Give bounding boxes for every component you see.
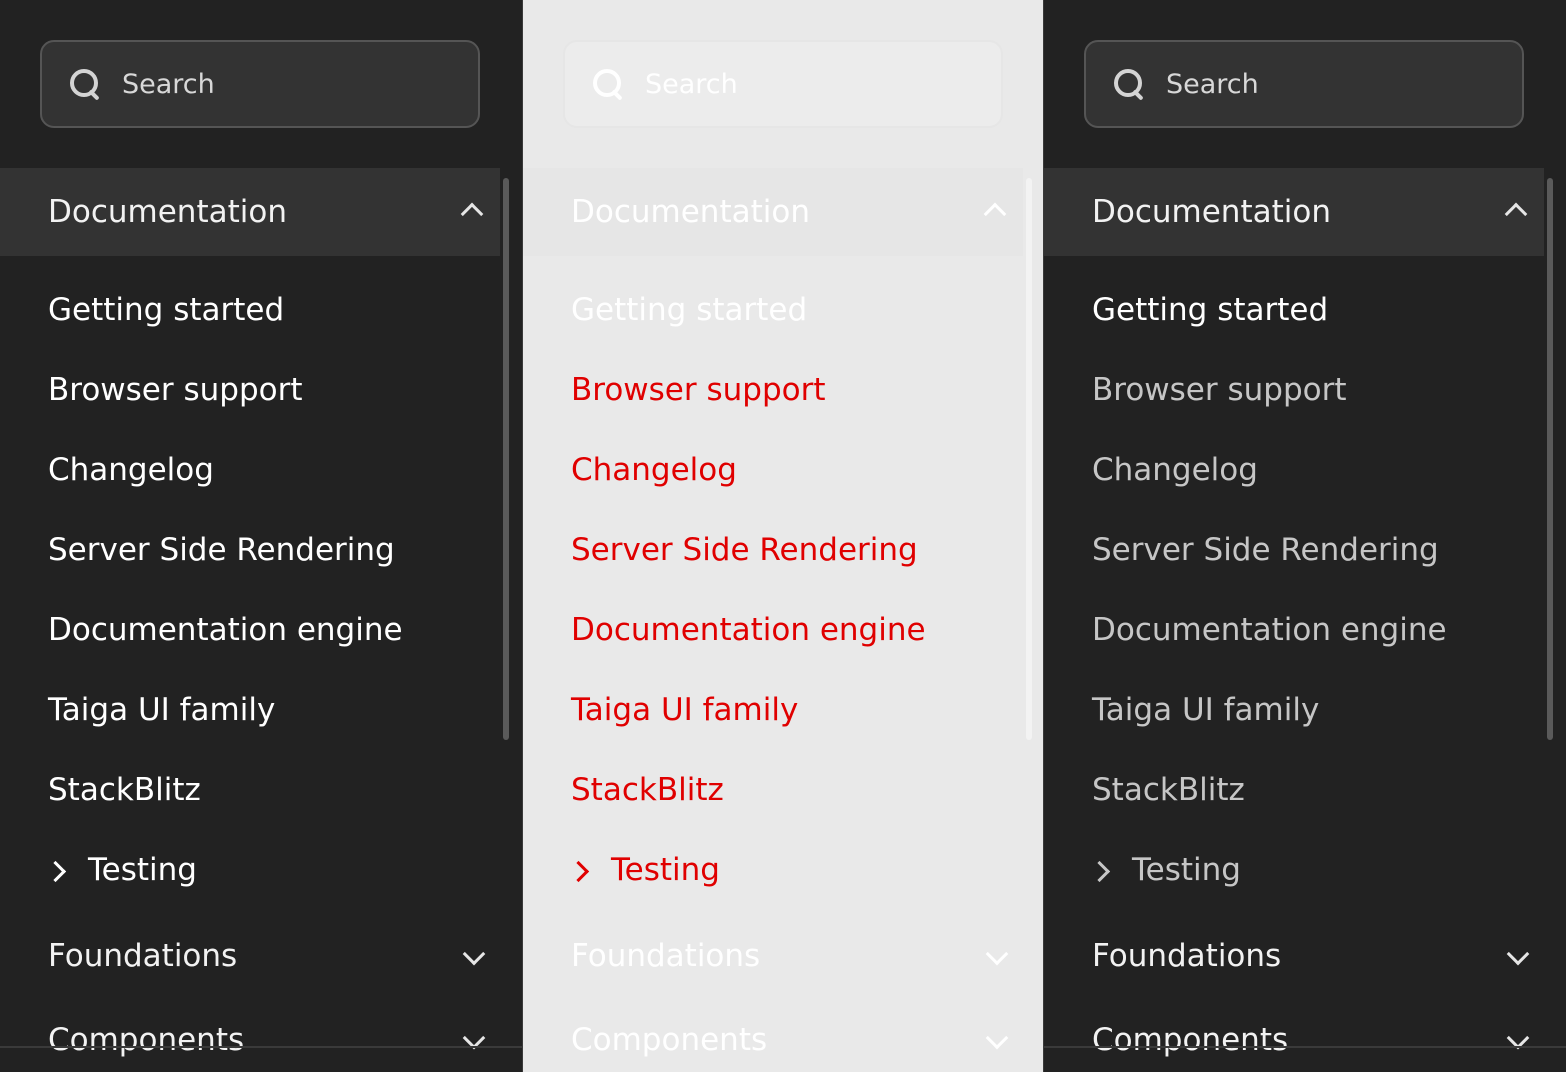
search-box[interactable] [40,40,480,128]
group-components[interactable]: Components [48,1022,244,1058]
scrollbar[interactable] [503,178,509,740]
nav-item-getting-started[interactable]: Getting started [571,292,807,328]
scrollbar[interactable] [1547,178,1553,740]
group-foundations[interactable]: Foundations [1092,938,1281,974]
nav-item-getting-started[interactable]: Getting started [1092,292,1328,328]
chevron-up-icon [983,202,1007,226]
nav-item-browser-support[interactable]: Browser support [1092,372,1347,408]
nav-item-testing-label: Testing [1132,852,1241,888]
nav-panel-3: Documentation Getting started Browser su… [1044,0,1566,1072]
chevron-down-icon [985,942,1009,966]
search-input[interactable] [643,67,947,101]
search-icon [591,67,625,101]
search-box[interactable] [563,40,1003,128]
divider [0,1046,522,1048]
section-documentation-header[interactable]: Documentation [1044,168,1544,256]
group-components[interactable]: Components [571,1022,767,1058]
chevron-right-icon [1088,860,1111,883]
nav-item-browser-support[interactable]: Browser support [48,372,303,408]
nav-item-documentation-engine[interactable]: Documentation engine [48,612,403,648]
nav-item-stackblitz[interactable]: StackBlitz [571,772,724,808]
divider [1044,1046,1566,1048]
nav-item-stackblitz[interactable]: StackBlitz [48,772,201,808]
nav-item-changelog[interactable]: Changelog [1092,452,1258,488]
nav-item-changelog[interactable]: Changelog [48,452,214,488]
nav-item-browser-support[interactable]: Browser support [571,372,826,408]
section-title: Documentation [571,194,810,230]
chevron-up-icon [460,202,484,226]
scrollbar[interactable] [1026,178,1032,740]
nav-panel-2: Documentation Getting started Browser su… [522,0,1044,1072]
chevron-right-icon [44,860,67,883]
nav-item-getting-started[interactable]: Getting started [48,292,284,328]
nav-item-testing[interactable]: Testing [1088,852,1241,888]
section-documentation-header[interactable]: Documentation [0,168,500,256]
nav-item-taiga-ui-family[interactable]: Taiga UI family [1092,692,1319,728]
nav-panel-1: Documentation Getting started Browser su… [0,0,522,1072]
group-foundations[interactable]: Foundations [571,938,760,974]
nav-item-testing[interactable]: Testing [567,852,720,888]
nav-item-taiga-ui-family[interactable]: Taiga UI family [48,692,275,728]
chevron-right-icon [567,860,590,883]
group-foundations[interactable]: Foundations [48,938,237,974]
nav-item-testing-label: Testing [611,852,720,888]
chevron-down-icon [985,1026,1009,1050]
search-box[interactable] [1084,40,1524,128]
nav-item-ssr[interactable]: Server Side Rendering [1092,532,1439,568]
group-components[interactable]: Components [1092,1022,1288,1058]
search-input[interactable] [120,67,424,101]
nav-item-ssr[interactable]: Server Side Rendering [48,532,395,568]
panels-container: Documentation Getting started Browser su… [0,0,1566,1072]
section-title: Documentation [48,194,287,230]
nav-item-testing-label: Testing [88,852,197,888]
search-input[interactable] [1164,67,1468,101]
nav-item-documentation-engine[interactable]: Documentation engine [1092,612,1447,648]
chevron-down-icon [1506,942,1530,966]
chevron-down-icon [462,942,486,966]
nav-item-ssr[interactable]: Server Side Rendering [571,532,918,568]
nav-item-taiga-ui-family[interactable]: Taiga UI family [571,692,798,728]
section-documentation-header[interactable]: Documentation [523,168,1023,256]
nav-item-documentation-engine[interactable]: Documentation engine [571,612,926,648]
nav-item-stackblitz[interactable]: StackBlitz [1092,772,1245,808]
search-icon [1112,67,1146,101]
chevron-up-icon [1504,202,1528,226]
nav-item-changelog[interactable]: Changelog [571,452,737,488]
nav-item-testing[interactable]: Testing [44,852,197,888]
section-title: Documentation [1092,194,1331,230]
search-icon [68,67,102,101]
